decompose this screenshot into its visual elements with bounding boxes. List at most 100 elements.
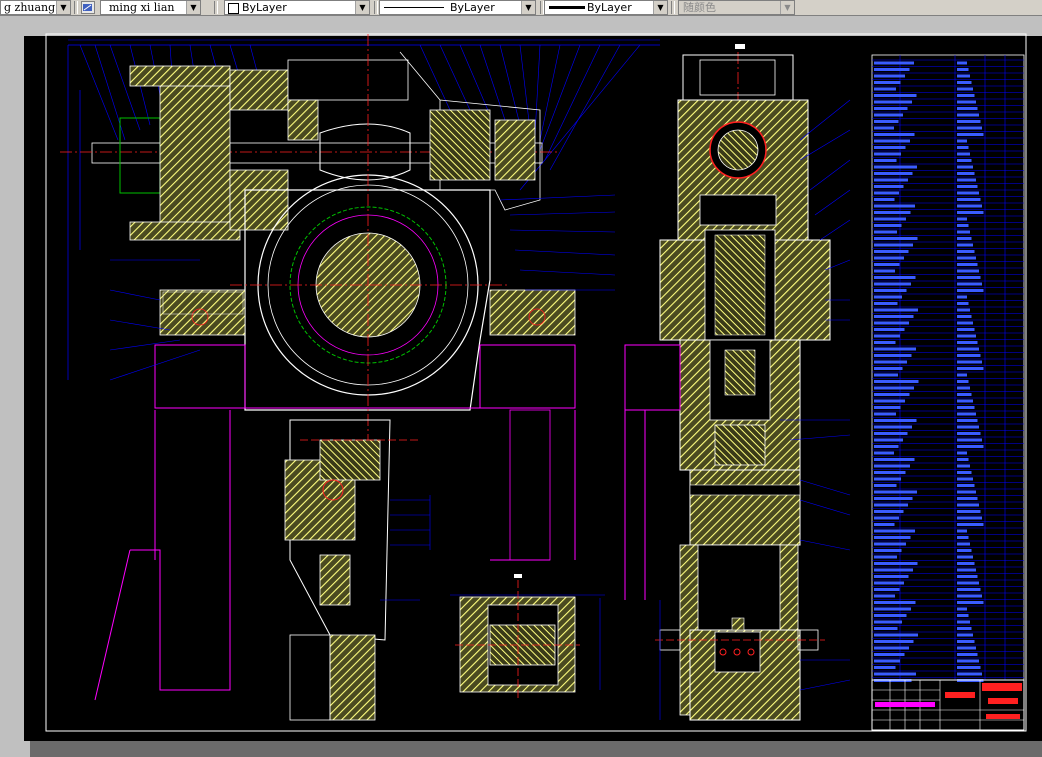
- table-row-text: [874, 61, 914, 65]
- table-row-text: [957, 484, 975, 487]
- table-row-text: [957, 250, 975, 253]
- table-row-text: [874, 295, 902, 299]
- table-row-text: [957, 276, 981, 279]
- chevron-down-icon[interactable]: ▼: [186, 1, 200, 14]
- table-row-text: [957, 133, 984, 136]
- table-row-text: [874, 607, 911, 611]
- chevron-down-icon[interactable]: ▼: [56, 1, 70, 14]
- table-row-text: [874, 627, 898, 630]
- table-row-text: [874, 146, 906, 149]
- table-row-text: [957, 367, 984, 370]
- table-row-text: [957, 308, 970, 312]
- chevron-down-icon[interactable]: ▼: [355, 1, 369, 14]
- table-row-text: [874, 126, 894, 130]
- color-value: ByLayer: [242, 1, 287, 14]
- table-row-text: [874, 100, 912, 104]
- table-row-text: [957, 165, 973, 169]
- table-row-text: [874, 620, 902, 624]
- chevron-down-icon[interactable]: ▼: [653, 1, 667, 14]
- table-row-text: [874, 568, 913, 572]
- drawing-canvas[interactable]: [0, 16, 1042, 757]
- table-row-text: [957, 510, 981, 513]
- table-row-text: [957, 549, 972, 552]
- chevron-down-icon[interactable]: ▼: [521, 1, 535, 14]
- layer-dropdown[interactable]: ming xi lian ▼: [100, 0, 201, 15]
- linetype-sample-icon: [384, 7, 444, 8]
- table-row-text: [874, 438, 903, 442]
- table-row-text: [874, 588, 900, 591]
- table-row-text: [874, 575, 909, 578]
- table-row-text: [874, 497, 913, 500]
- table-row-text: [957, 341, 978, 344]
- table-row-text: [957, 256, 976, 260]
- table-row-text: [957, 224, 969, 227]
- table-row-text: [957, 354, 981, 357]
- toolbar-separator: [214, 1, 218, 14]
- linetype-dropdown[interactable]: ByLayer ▼: [379, 0, 536, 15]
- table-row-text: [957, 393, 972, 396]
- layer-state-value: g zhuang t: [4, 1, 64, 14]
- table-row-text: [874, 516, 899, 520]
- table-row-text: [874, 347, 916, 351]
- color-dropdown[interactable]: ByLayer ▼: [224, 0, 370, 15]
- table-row-text: [957, 588, 981, 591]
- table-row-text: [957, 458, 969, 461]
- table-row-text: [874, 94, 917, 97]
- table-row-text: [957, 269, 979, 273]
- table-row-text: [957, 81, 972, 84]
- table-row-text: [874, 341, 896, 344]
- table-row-text: [874, 555, 897, 559]
- table-row-text: [957, 289, 984, 292]
- table-row-text: [874, 230, 897, 234]
- table-row-text: [874, 536, 911, 539]
- table-row-text: [957, 399, 973, 403]
- table-row-text: [874, 159, 897, 162]
- table-row-text: [874, 256, 904, 260]
- plotstyle-dropdown[interactable]: 随颜色 ▼: [678, 0, 795, 15]
- table-row-text: [957, 328, 975, 331]
- table-row-text: [957, 672, 982, 676]
- table-row-text: [874, 243, 913, 247]
- table-row-text: [874, 120, 899, 123]
- layer-manager-icon[interactable]: [81, 1, 95, 14]
- table-row-text: [874, 633, 918, 637]
- table-row-text: [957, 302, 969, 305]
- layer-name-value: ming xi lian: [109, 1, 175, 14]
- table-row-text: [957, 263, 978, 266]
- table-row-text: [957, 120, 981, 123]
- table-row-text: [874, 87, 896, 91]
- table-row-text: [957, 159, 972, 162]
- table-row-text: [874, 549, 902, 552]
- table-row-text: [874, 445, 899, 448]
- table-row-text: [957, 490, 976, 494]
- table-row-text: [874, 477, 901, 481]
- table-row-text: [874, 172, 913, 175]
- table-row-text: [874, 282, 911, 286]
- table-row-text: [874, 269, 895, 273]
- table-row-text: [957, 347, 979, 351]
- table-row-text: [874, 113, 903, 117]
- table-row-text: [957, 542, 970, 546]
- table-row-text: [874, 458, 915, 461]
- table-row-text: [874, 406, 901, 409]
- table-row-text: [874, 581, 904, 585]
- toolbar-separator: [74, 1, 78, 14]
- table-row-text: [957, 477, 973, 481]
- table-row-text: [957, 568, 976, 572]
- table-row-text: [874, 419, 917, 422]
- table-row-text: [874, 523, 895, 526]
- table-row-text: [957, 321, 973, 325]
- table-row-text: [957, 640, 975, 643]
- table-row-text: [874, 529, 915, 533]
- toolbar-separator: [374, 1, 378, 14]
- table-row-text: [874, 614, 907, 617]
- chevron-down-icon[interactable]: ▼: [780, 1, 794, 14]
- table-row-text: [874, 432, 908, 435]
- table-row-text: [874, 594, 895, 598]
- lineweight-dropdown[interactable]: ByLayer ▼: [544, 0, 668, 15]
- table-row-text: [874, 471, 906, 474]
- bearing-detail-view: [450, 574, 605, 700]
- layer-state-dropdown[interactable]: g zhuang t ▼: [0, 0, 71, 15]
- table-row-text: [957, 198, 981, 201]
- lineweight-value: ByLayer: [587, 1, 632, 14]
